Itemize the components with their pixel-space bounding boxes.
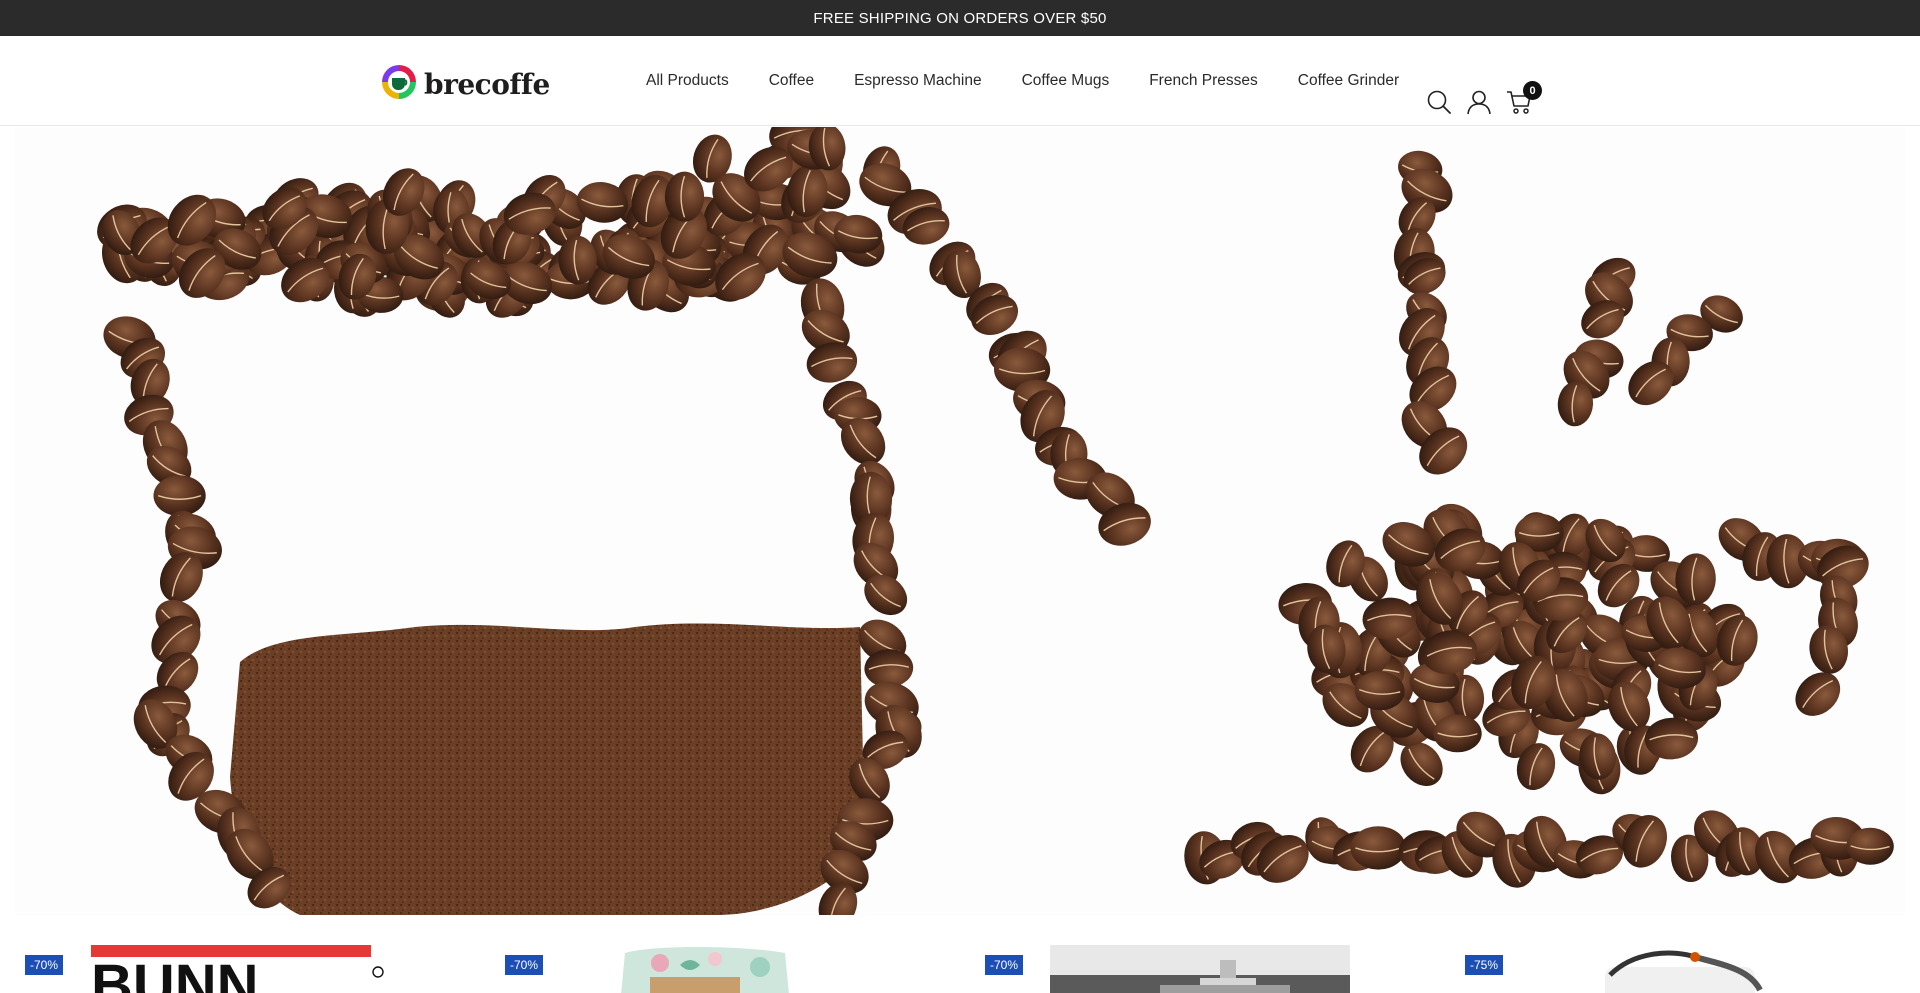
nav-espresso-machine[interactable]: Espresso Machine bbox=[854, 72, 982, 90]
announcement-text: FREE SHIPPING ON ORDERS OVER $50 bbox=[813, 9, 1107, 27]
product-grid: -70% BUNN -70% -70% -75% bbox=[0, 940, 1920, 993]
nav-coffee-grinder[interactable]: Coffee Grinder bbox=[1298, 72, 1399, 90]
announcement-bar: FREE SHIPPING ON ORDERS OVER $50 bbox=[0, 0, 1920, 36]
search-icon[interactable] bbox=[1426, 89, 1452, 115]
nav-coffee-mugs[interactable]: Coffee Mugs bbox=[1022, 72, 1110, 90]
hero-coffee-beans-image bbox=[15, 127, 1905, 915]
discount-badge: -75% bbox=[1465, 955, 1504, 975]
product-image-floral-bag[interactable] bbox=[620, 945, 800, 993]
nav-all-products[interactable]: All Products bbox=[646, 72, 729, 90]
discount-badge: -70% bbox=[505, 955, 544, 975]
cart-count-badge: 0 bbox=[1523, 81, 1542, 100]
product-card[interactable]: -70% BUNN bbox=[25, 940, 465, 993]
product-image-french-press[interactable] bbox=[1050, 945, 1350, 993]
svg-text:BUNN: BUNN bbox=[91, 953, 259, 993]
header-actions: 0 bbox=[1426, 81, 1542, 115]
account-icon[interactable] bbox=[1466, 89, 1492, 115]
product-card[interactable]: -70% bbox=[505, 940, 945, 993]
hero-banner[interactable] bbox=[15, 127, 1905, 915]
logo-text: brecoffe bbox=[424, 68, 550, 101]
nav-french-presses[interactable]: French Presses bbox=[1149, 72, 1258, 90]
product-image-bunn[interactable]: BUNN bbox=[91, 945, 391, 993]
discount-badge: -70% bbox=[25, 955, 64, 975]
main-nav: All Products Coffee Espresso Machine Cof… bbox=[646, 36, 1399, 126]
logo-link[interactable]: brecoffe bbox=[380, 63, 550, 106]
cart-icon[interactable]: 0 bbox=[1506, 81, 1542, 115]
discount-badge: -70% bbox=[985, 955, 1024, 975]
nav-coffee[interactable]: Coffee bbox=[769, 72, 814, 90]
logo-mark-icon bbox=[380, 63, 418, 106]
product-card[interactable]: -75% bbox=[1465, 940, 1905, 993]
product-image-grinder[interactable] bbox=[1565, 945, 1795, 993]
product-card[interactable]: -70% bbox=[985, 940, 1425, 993]
site-header: brecoffe All Products Coffee Espresso Ma… bbox=[0, 36, 1920, 126]
